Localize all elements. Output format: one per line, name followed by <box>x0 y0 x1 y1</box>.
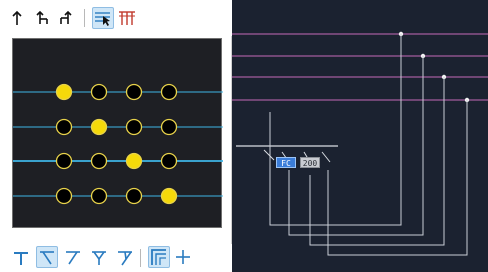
toolbar-separator <box>84 9 85 27</box>
columns-button[interactable] <box>116 7 138 29</box>
preview-dot[interactable] <box>160 152 178 170</box>
drawing-canvas[interactable]: FC 200 <box>232 0 488 272</box>
switch-symbols <box>263 149 331 163</box>
preview-dot[interactable] <box>160 83 178 101</box>
frame-button[interactable] <box>148 246 170 268</box>
tee-down-icon <box>14 252 28 265</box>
branch-merge-icon <box>118 251 132 266</box>
preview-dot[interactable] <box>125 118 143 136</box>
select-lines-button[interactable] <box>92 7 114 29</box>
branch-merge-button[interactable] <box>114 246 136 268</box>
up-arrow-button[interactable] <box>6 7 28 29</box>
wire-group <box>269 34 468 256</box>
bottom-toolbar <box>0 244 232 272</box>
up-double-return-button[interactable] <box>56 7 78 29</box>
preview-dot-selected[interactable] <box>160 187 178 205</box>
up-return-icon <box>36 10 48 24</box>
top-toolbar <box>0 0 232 36</box>
preview-dot[interactable] <box>90 187 108 205</box>
branch-split-icon <box>92 251 106 265</box>
preview-dot[interactable] <box>55 187 73 205</box>
frame-icon <box>151 249 166 265</box>
preview-dot[interactable] <box>125 187 143 205</box>
preview-grid <box>13 83 223 205</box>
preview-dot[interactable] <box>90 83 108 101</box>
preview-dot[interactable] <box>125 83 143 101</box>
tag-200[interactable]: 200 <box>300 157 320 168</box>
select-lines-icon <box>95 12 110 26</box>
branch-split-button[interactable] <box>88 246 110 268</box>
preview-dot[interactable] <box>55 152 73 170</box>
tag-fc[interactable]: FC <box>276 157 296 168</box>
connection-preview <box>12 38 223 228</box>
branch-left-icon <box>40 251 54 265</box>
up-return-button[interactable] <box>32 7 54 29</box>
toolbar-separator <box>140 249 141 267</box>
add-button[interactable] <box>172 246 194 268</box>
branch-left-button[interactable] <box>36 246 58 268</box>
branch-right-icon <box>66 251 80 265</box>
preview-dot-selected[interactable] <box>55 83 73 101</box>
up-arrow-icon <box>12 10 22 25</box>
preview-dot[interactable] <box>160 118 178 136</box>
preview-dot-selected[interactable] <box>125 152 143 170</box>
plus-icon <box>176 250 190 264</box>
preview-dot[interactable] <box>90 152 108 170</box>
insert-panel <box>0 0 232 272</box>
schematic-drawing <box>232 31 488 256</box>
preview-dot-selected[interactable] <box>90 118 108 136</box>
preview-dot[interactable] <box>55 118 73 136</box>
tee-down-button[interactable] <box>10 246 32 268</box>
columns-icon <box>119 11 135 25</box>
branch-right-button[interactable] <box>62 246 84 268</box>
up-double-return-icon <box>60 10 72 24</box>
